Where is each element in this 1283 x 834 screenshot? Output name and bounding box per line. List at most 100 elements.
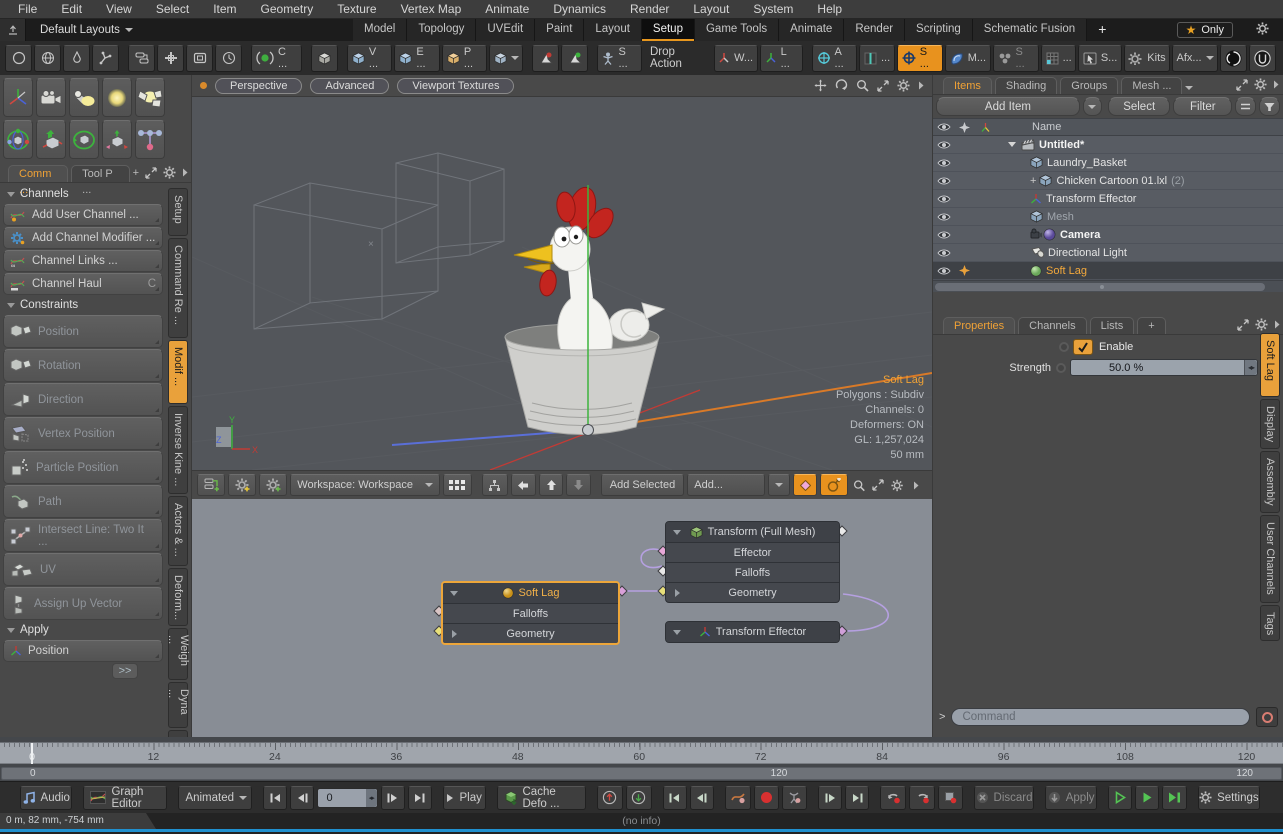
strength-field[interactable]: 50.0 % ◂▸ [1070, 359, 1258, 376]
record-button[interactable] [754, 786, 779, 810]
layout-tab-setup[interactable]: Setup [642, 19, 695, 41]
properties-vtab-soft-lag[interactable]: Soft Lag [1260, 333, 1280, 397]
properties-tab-lists[interactable]: Lists [1090, 317, 1135, 334]
play-button[interactable]: Play [443, 786, 486, 810]
tool-arealight-button[interactable] [135, 78, 165, 117]
current-frame-field[interactable]: 0◂▸ [317, 788, 377, 808]
pin-button[interactable] [0, 19, 26, 41]
position-button[interactable]: Position [3, 315, 163, 348]
particle-position-button[interactable]: Particle Position [3, 451, 163, 484]
section-header-constraints[interactable]: Constraints [0, 296, 166, 314]
eye-icon[interactable] [933, 212, 954, 222]
toolbar-skeleton-button[interactable] [92, 45, 119, 72]
menu-select[interactable]: Select [144, 0, 201, 19]
toolbar-frame-button[interactable] [186, 45, 213, 72]
schematic-node-soft-lag[interactable]: Soft LagFalloffsGeometry [441, 581, 620, 645]
item-row-camera[interactable]: Camera [933, 226, 1283, 244]
menu-item[interactable]: Item [201, 0, 248, 19]
nav-back-button[interactable] [511, 474, 536, 496]
layout-tab-model[interactable]: Model [353, 19, 407, 41]
item-row-chicken-cartoon-01-lxl[interactable]: +Chicken Cartoon 01.lxl(2) [933, 172, 1283, 190]
uv-button[interactable]: UV [3, 553, 163, 586]
audio-button[interactable]: Audio [20, 786, 72, 810]
gear-icon[interactable] [163, 166, 176, 179]
toolbar-layers-button[interactable] [128, 45, 155, 72]
properties-vtab-assembly[interactable]: Assembly [1260, 451, 1280, 513]
add-item-button[interactable]: Add Item [936, 97, 1080, 116]
toolbar-globe-button[interactable] [34, 45, 61, 72]
expand-icon[interactable] [877, 80, 889, 92]
redo-key-button[interactable] [909, 786, 935, 810]
node-row-geometry[interactable]: Geometry [666, 582, 839, 602]
tool-rotate-tool-button[interactable] [69, 120, 99, 159]
toolbar-snap-target-button[interactable]: S ... [897, 45, 943, 72]
tool-move-tool-button[interactable] [36, 120, 66, 159]
properties-tab-properties[interactable]: Properties [943, 317, 1015, 334]
toolbar-ellipse-button[interactable] [5, 45, 32, 72]
toolbar-action-center-button[interactable]: A ... [812, 45, 858, 72]
direction-button[interactable]: Direction [3, 383, 163, 416]
add-channel-modifier-button[interactable]: Add Channel Modifier ... [3, 227, 163, 249]
eye-icon[interactable] [933, 194, 954, 204]
section-header-apply[interactable]: Apply [0, 621, 166, 639]
toolbar-pen-button[interactable] [63, 45, 90, 72]
item-row-transform-effector[interactable]: Transform Effector [933, 190, 1283, 208]
layout-tab-paint[interactable]: Paint [535, 19, 584, 41]
tool-spotlight-button[interactable] [69, 78, 99, 117]
graph-editor-button[interactable]: Graph Editor [83, 786, 167, 810]
toolbar-morph-button[interactable]: M... [945, 45, 990, 72]
channel-ring-icon[interactable] [1059, 342, 1069, 352]
toolbar-split-button[interactable]: ... [859, 45, 894, 72]
toolbar-workplane-button[interactable] [157, 45, 184, 72]
gear-icon[interactable] [889, 474, 905, 496]
node-header[interactable]: Transform (Full Mesh) [666, 522, 839, 542]
layout-tab-game-tools[interactable]: Game Tools [695, 19, 779, 41]
properties-tab-item[interactable]: + [1137, 317, 1165, 334]
path-button[interactable]: Path [3, 485, 163, 518]
gear-icon[interactable] [1255, 318, 1268, 331]
tool-ik-chain-button[interactable] [135, 120, 165, 159]
add-selected-button[interactable]: Add Selected [601, 474, 685, 496]
channel-links-button[interactable]: 12">∞Channel Links ... [3, 250, 163, 272]
schematic-node-transform-full-mesh[interactable]: Transform (Full Mesh)EffectorFalloffsGeo… [665, 521, 840, 603]
ws-gear-add-button[interactable]: 0 14 14"> [228, 474, 256, 496]
expand-icon[interactable] [145, 167, 157, 179]
eye-icon[interactable] [933, 140, 954, 150]
menu-file[interactable]: File [6, 0, 49, 19]
gear-icon[interactable] [1254, 78, 1267, 91]
magnify-icon[interactable] [856, 79, 869, 92]
menu-geometry[interactable]: Geometry [249, 0, 326, 19]
viewport-tab-perspective[interactable]: Perspective [215, 78, 302, 94]
item-list-tab-items[interactable]: Items [943, 77, 992, 94]
channel-ring-icon[interactable] [1056, 363, 1066, 373]
toolbar-cube-orange-button[interactable]: P ... [442, 45, 487, 72]
add-palette-tab-button[interactable]: + [133, 167, 139, 179]
hierarchy-button[interactable] [482, 474, 508, 496]
palette-tab-comm[interactable]: Comm ... [8, 165, 68, 182]
menu-edit[interactable]: Edit [49, 0, 94, 19]
show-links-toggle[interactable] [793, 474, 817, 496]
filter-button[interactable]: Filter [1173, 97, 1232, 116]
assign-up-vector-button[interactable]: Assign Up Vector [3, 587, 163, 620]
caret-right-icon[interactable] [182, 168, 188, 177]
properties-tab-channels[interactable]: Channels [1018, 317, 1086, 334]
thumbnail-grid-button[interactable] [443, 474, 472, 496]
item-row-mesh[interactable]: Mesh [933, 208, 1283, 226]
node-row-falloffs[interactable]: Falloffs [443, 603, 618, 623]
left-vtab-actors[interactable]: Actors & ... [168, 496, 188, 566]
toolbar-kits-button[interactable]: 0 14 14">Kits [1124, 45, 1170, 72]
layout-tab-topology[interactable]: Topology [407, 19, 476, 41]
toolbar-particles-button[interactable]: S ... [993, 45, 1039, 72]
magnify-icon[interactable] [851, 474, 867, 496]
apply-button[interactable]: Apply [1045, 786, 1097, 810]
menu-texture[interactable]: Texture [325, 0, 388, 19]
menu-animate[interactable]: Animate [473, 0, 541, 19]
left-vtab-dyna[interactable]: Dyna ... [168, 682, 188, 728]
menu-system[interactable]: System [741, 0, 805, 19]
viewport-canvas[interactable]: × [192, 97, 932, 470]
layout-preset-dropdown[interactable]: Default Layouts [40, 19, 133, 41]
layout-tab-schematic-fusion[interactable]: Schematic Fusion [973, 19, 1087, 41]
menu-vertex-map[interactable]: Vertex Map [389, 0, 474, 19]
add-node-dropdown[interactable] [768, 474, 790, 496]
ws-node-add-button[interactable] [197, 474, 225, 496]
